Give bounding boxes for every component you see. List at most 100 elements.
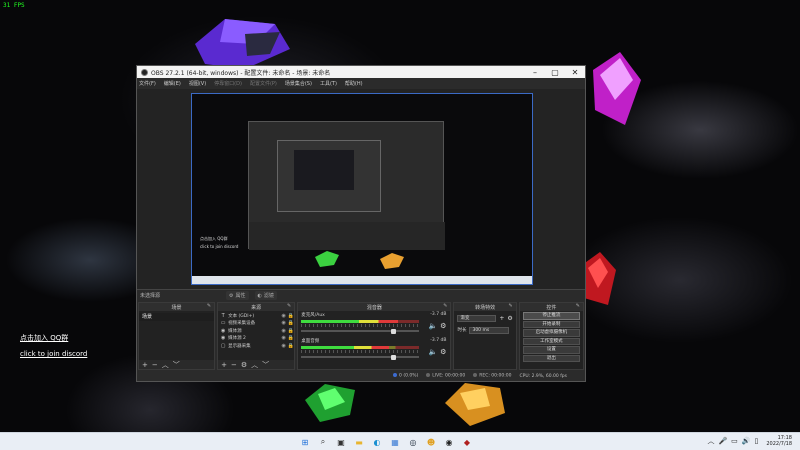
display-capture-icon: ▢ xyxy=(220,342,226,349)
microphone-icon[interactable]: 🎤 xyxy=(718,437,727,445)
text-icon: T xyxy=(221,312,225,319)
mixer-title: 混音器 xyxy=(366,304,382,311)
duration-label: 时长 xyxy=(457,328,467,333)
meter-fill xyxy=(301,320,398,323)
volume-icon[interactable]: 🔊 xyxy=(742,437,751,445)
source-settings-icon[interactable]: ⚙ xyxy=(241,361,247,369)
control-button[interactable]: 开始录制 xyxy=(522,320,580,328)
speaker-icon[interactable]: 🔈 xyxy=(428,322,437,330)
control-button[interactable]: 设置 xyxy=(522,346,580,354)
eye-icon[interactable]: ◉ xyxy=(280,313,287,319)
move-up-icon[interactable]: ︿ xyxy=(251,360,258,370)
preview-canvas[interactable]: 点击加入 QQ群 click to join discord xyxy=(191,93,533,285)
discord-link[interactable]: click to join discord xyxy=(20,350,87,358)
control-button[interactable]: 工作室模式 xyxy=(522,337,580,345)
menu-item[interactable]: 配置文件(P) xyxy=(250,80,277,87)
menu-item[interactable]: 视图(V) xyxy=(189,80,206,87)
scene-item[interactable]: 场景 xyxy=(139,313,215,321)
eye-icon[interactable]: ◉ xyxy=(280,343,287,349)
windows-start-icon[interactable]: ⊞ xyxy=(298,435,312,449)
dock-float-icon[interactable]: ✎ xyxy=(207,303,211,309)
control-button[interactable]: 启动虚拟摄像机 xyxy=(522,329,580,337)
lock-icon[interactable]: 🔒 xyxy=(287,313,294,319)
menu-item[interactable]: 文件(F) xyxy=(139,80,156,87)
nested-obs-capture xyxy=(248,121,445,250)
remove-source-icon[interactable]: − xyxy=(231,361,237,369)
gear-icon[interactable]: ⚙ xyxy=(440,322,446,330)
search-icon[interactable]: ⌕ xyxy=(316,435,330,449)
minimize-icon[interactable]: – xyxy=(525,68,545,77)
store-icon[interactable]: ▦ xyxy=(388,435,402,449)
move-up-icon[interactable]: ︿ xyxy=(162,360,169,370)
menu-item[interactable]: 编辑(E) xyxy=(164,80,181,87)
volume-slider[interactable] xyxy=(301,354,420,360)
lock-icon[interactable]: 🔒 xyxy=(287,335,294,341)
eye-icon[interactable]: ◉ xyxy=(280,320,287,326)
menu-item[interactable]: 场景集合(S) xyxy=(285,80,312,87)
cpu-fps: CPU: 2.9%, 60.00 fps xyxy=(519,373,568,379)
transition-settings-icon[interactable]: ⚙ xyxy=(507,315,512,322)
control-button[interactable]: 退出 xyxy=(522,354,580,362)
window-title: OBS 27.2.1 (64-bit, windows) - 配置文件: 未命名… xyxy=(151,69,331,77)
network-icon[interactable]: ▭ xyxy=(731,437,738,445)
source-item[interactable]: ◉ 媒体源 ◉ 🔒 xyxy=(218,327,294,335)
close-icon[interactable]: ✕ xyxy=(565,68,585,77)
orange-gem-in-preview xyxy=(380,253,404,269)
sources-title: 来源 xyxy=(251,304,262,311)
live-timer: LIVE: 00:00:00 xyxy=(426,373,465,379)
maximize-icon[interactable]: ▢ xyxy=(545,68,565,77)
transition-select[interactable]: 渐变 xyxy=(457,314,497,322)
app-red-icon[interactable]: ◆ xyxy=(460,435,474,449)
menu-item[interactable]: 工具(T) xyxy=(320,80,337,87)
filter-icon: ◐ xyxy=(257,292,262,299)
qq-group-link[interactable]: 点击加入 QQ群 xyxy=(20,333,68,343)
file-explorer-icon[interactable]: ▬ xyxy=(352,435,366,449)
remove-scene-icon[interactable]: − xyxy=(152,361,158,369)
obs-taskbar-icon[interactable]: ◉ xyxy=(442,435,456,449)
filters-button[interactable]: ◐ 滤镜 xyxy=(254,291,277,300)
volume-slider[interactable] xyxy=(301,328,420,334)
channel-db: -3.7 dB xyxy=(430,338,447,343)
duration-input[interactable]: 300 ms xyxy=(469,326,510,334)
move-down-icon[interactable]: ﹀ xyxy=(173,360,180,370)
channel-name: 桌面音频 xyxy=(301,339,320,344)
add-source-icon[interactable]: + xyxy=(221,361,227,369)
slider-knob[interactable] xyxy=(391,328,397,334)
edge-icon[interactable]: ◐ xyxy=(370,435,384,449)
slider-knob[interactable] xyxy=(391,354,397,360)
menu-item[interactable]: 帮助(H) xyxy=(345,80,363,87)
orange-gem-wallpaper xyxy=(445,383,505,426)
control-button[interactable]: 停止推流 xyxy=(522,312,580,320)
obs-titlebar[interactable]: OBS 27.2.1 (64-bit, windows) - 配置文件: 未命名… xyxy=(137,66,585,78)
dock-float-icon[interactable]: ✎ xyxy=(576,303,580,309)
desktop: 31 FPS 点击加入 QQ群 click to join discord OB… xyxy=(0,0,800,432)
lock-icon[interactable]: 🔒 xyxy=(287,328,294,334)
source-item[interactable]: T 文本 (GDI+) ◉ 🔒 xyxy=(218,312,294,320)
steam-icon[interactable]: ◎ xyxy=(406,435,420,449)
channel-db: -3.7 dB xyxy=(430,312,447,317)
move-down-icon[interactable]: ﹀ xyxy=(262,360,269,370)
properties-button[interactable]: ⚙ 属性 xyxy=(226,291,249,300)
app-yellow-icon[interactable]: ☻ xyxy=(424,435,438,449)
system-tray: ︿ 🎤 ▭ 🔊 ▯ 17:18 2022/7/18 xyxy=(707,435,792,447)
add-transition-icon[interactable]: + xyxy=(499,315,504,322)
source-item[interactable]: ▢ 显示器采集 ◉ 🔒 xyxy=(218,342,294,350)
dock-float-icon[interactable]: ✎ xyxy=(509,303,513,309)
task-view-icon[interactable]: ▣ xyxy=(334,435,348,449)
eye-icon[interactable]: ◉ xyxy=(280,335,287,341)
dock-float-icon[interactable]: ✎ xyxy=(287,303,291,309)
speaker-icon[interactable]: 🔈 xyxy=(428,348,437,356)
source-item[interactable]: ▭ 视频采集设备 ◉ 🔒 xyxy=(218,320,294,328)
docks: 场景 ✎ 场景 + − ︿ ﹀ 来源 ✎ T 文本 (GDI+) ◉ 🔒 ▭ 视频采集设备… xyxy=(137,302,585,370)
lock-icon[interactable]: 🔒 xyxy=(287,320,294,326)
battery-icon[interactable]: ▯ xyxy=(755,437,759,445)
clock[interactable]: 17:18 2022/7/18 xyxy=(766,435,792,447)
add-scene-icon[interactable]: + xyxy=(142,361,148,369)
chevron-up-icon[interactable]: ︿ xyxy=(707,436,714,446)
gear-icon[interactable]: ⚙ xyxy=(440,348,446,356)
eye-icon[interactable]: ◉ xyxy=(280,328,287,334)
menu-item[interactable]: 停靠窗口(D) xyxy=(214,80,242,87)
source-item[interactable]: ◉ 媒体源 2 ◉ 🔒 xyxy=(218,335,294,343)
dock-float-icon[interactable]: ✎ xyxy=(443,303,447,309)
lock-icon[interactable]: 🔒 xyxy=(287,343,294,349)
